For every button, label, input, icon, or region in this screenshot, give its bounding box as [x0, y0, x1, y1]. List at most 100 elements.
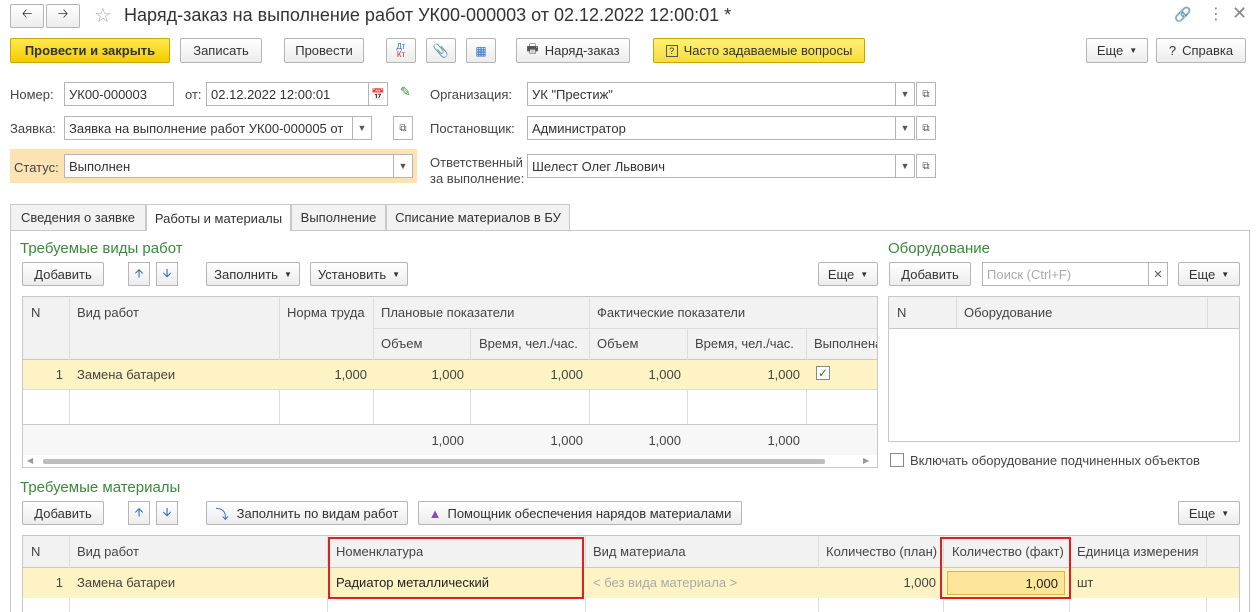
total-volume-plan: 1,000 [431, 433, 464, 448]
faq-button[interactable]: ? Часто задаваемые вопросы [653, 38, 865, 63]
mat-row-work: Замена батареи [77, 575, 176, 590]
post-and-close-button[interactable]: Провести и закрыть [10, 38, 170, 63]
materials-add-button[interactable]: Добавить [22, 501, 104, 525]
setter-field[interactable]: Администратор ▼ [527, 116, 915, 140]
chevron-down-icon[interactable]: ▼ [393, 155, 412, 177]
mat-header-work: Вид работ [77, 544, 139, 559]
forward-button[interactable]: 🡢 [46, 4, 80, 28]
chevron-down-icon: ▼ [1221, 269, 1230, 279]
more-button[interactable]: Еще ▼ [1086, 38, 1148, 63]
tab-execution[interactable]: Выполнение [291, 204, 386, 230]
clear-search-icon[interactable]: ✕ [1148, 263, 1167, 285]
dt-kt-icon-bottom: Кт [396, 49, 406, 59]
works-fill-button[interactable]: Заполнить ▼ [206, 262, 300, 286]
order-print-button[interactable]: 🖶 Наряд-заказ [516, 38, 630, 63]
mat-header-material-type: Вид материала [593, 544, 686, 559]
totals-row: 1,000 1,000 1,000 1,000 [23, 425, 877, 455]
status-field[interactable]: Выполнен ▼ [64, 154, 413, 178]
works-set-label: Установить [317, 266, 387, 282]
col-divider [1207, 297, 1208, 328]
table-row[interactable]: 1 Замена батареи 1,000 1,000 1,000 1,000… [23, 360, 877, 389]
chevron-down-icon: ▼ [283, 269, 292, 279]
mat-row-qty-plan: 1,000 [903, 575, 936, 590]
number-field[interactable]: УК00-000003 [64, 82, 174, 106]
calendar-icon[interactable]: 📅 [368, 83, 387, 105]
setter-label: Постановщик: [430, 121, 515, 136]
chevron-down-icon[interactable]: ▼ [352, 117, 371, 139]
highlight-box-nomenclature [328, 537, 584, 599]
open-request-button[interactable]: ⧉ [393, 116, 413, 140]
include-subordinate-checkbox[interactable] [890, 453, 904, 467]
done-checkbox[interactable]: ✓ [816, 366, 830, 380]
chevron-down-icon[interactable]: ▼ [895, 155, 914, 177]
materials-title: Требуемые материалы [20, 479, 181, 496]
responsible-field[interactable]: Шелест Олег Львович ▼ [527, 154, 915, 178]
fill-by-works-button[interactable]: ⤵ Заполнить по видам работ [206, 501, 408, 525]
dt-kt-button[interactable]: Дт Кт [386, 38, 416, 63]
row-time-fact: 1,000 [767, 367, 800, 382]
link-icon[interactable]: 🔗 [1174, 6, 1191, 23]
more-vert-icon[interactable]: ⋮ [1208, 4, 1224, 24]
help-icon: ? [1168, 43, 1177, 58]
horizontal-scrollbar[interactable]: ◀ ▶ [23, 455, 877, 467]
move-up-button[interactable]: 🡩 [128, 262, 150, 286]
header-n: N [31, 305, 41, 320]
chevron-down-icon: ▼ [392, 269, 401, 279]
arrow-up-icon: 🡩 [134, 504, 144, 519]
move-down-button[interactable]: 🡫 [156, 262, 178, 286]
mat-row-unit: шт [1077, 575, 1094, 590]
org-field[interactable]: УК "Престиж" ▼ [527, 82, 915, 106]
works-more-button[interactable]: Еще ▼ [818, 262, 878, 286]
attach-button[interactable]: 📎 [426, 38, 456, 63]
help-button[interactable]: ? Справка [1156, 38, 1246, 63]
equipment-header-n: N [897, 305, 907, 320]
scrollbar-thumb[interactable] [43, 459, 825, 464]
date-label: от: [185, 87, 202, 102]
back-button[interactable]: 🡠 [10, 4, 44, 28]
star-icon[interactable]: ☆ [94, 3, 112, 28]
save-button[interactable]: Записать [180, 38, 262, 63]
arrow-up-icon: 🡩 [134, 265, 144, 280]
move-up-button[interactable]: 🡩 [128, 501, 150, 525]
equipment-more-button[interactable]: Еще ▼ [1178, 262, 1240, 286]
open-setter-button[interactable]: ⧉ [916, 116, 936, 140]
tab-request-info[interactable]: Сведения о заявке [10, 204, 146, 230]
structure-button[interactable]: ▦ [466, 38, 496, 63]
request-field[interactable]: Заявка на выполнение работ УК00-000005 о… [64, 116, 372, 140]
equipment-search-input[interactable]: Поиск (Ctrl+F) ✕ [982, 262, 1168, 286]
move-down-button[interactable]: 🡫 [156, 501, 178, 525]
post-button[interactable]: Провести [284, 38, 364, 63]
scroll-right-icon[interactable]: ▶ [863, 456, 869, 465]
comment-icon[interactable]: ✎ [400, 84, 411, 100]
materials-helper-button[interactable]: ▲ Помощник обеспечения нарядов материала… [418, 501, 742, 525]
tab-works-materials[interactable]: Работы и материалы [146, 204, 291, 231]
tab-writeoff[interactable]: Списание материалов в БУ [386, 204, 570, 230]
works-add-button[interactable]: Добавить [22, 262, 104, 286]
org-label: Организация: [430, 87, 513, 102]
header-work: Вид работ [77, 305, 139, 320]
more-label: Еще [1096, 43, 1124, 58]
row-n: 1 [55, 367, 63, 382]
equipment-table-header [889, 297, 1239, 328]
fill-by-works-label: Заполнить по видам работ [236, 505, 399, 521]
materials-helper-label: Помощник обеспечения нарядов материалами [447, 505, 732, 521]
header-time-plan: Время, чел./час. [479, 336, 578, 351]
open-responsible-button[interactable]: ⧉ [916, 154, 936, 178]
chevron-down-icon[interactable]: ▼ [895, 83, 914, 105]
open-org-button[interactable]: ⧉ [916, 82, 936, 106]
date-field[interactable]: 02.12.2022 12:00:01 📅 [206, 82, 388, 106]
equipment-add-button[interactable]: Добавить [889, 262, 971, 286]
header-volume-fact: Объем [597, 336, 639, 351]
row-volume-fact: 1,000 [648, 367, 681, 382]
works-set-button[interactable]: Установить ▼ [310, 262, 408, 286]
works-title: Требуемые виды работ [20, 240, 183, 257]
scroll-left-icon[interactable]: ◀ [27, 456, 33, 465]
mat-header-unit: Единица измерения [1077, 544, 1199, 559]
header-volume-plan: Объем [381, 336, 423, 351]
chevron-down-icon[interactable]: ▼ [895, 117, 914, 139]
status-label: Статус: [14, 160, 59, 175]
close-icon[interactable]: ✕ [1232, 3, 1247, 24]
question-icon: ? [665, 44, 678, 57]
materials-more-button[interactable]: Еще ▼ [1178, 501, 1240, 525]
search-placeholder: Поиск (Ctrl+F) [987, 266, 1072, 282]
